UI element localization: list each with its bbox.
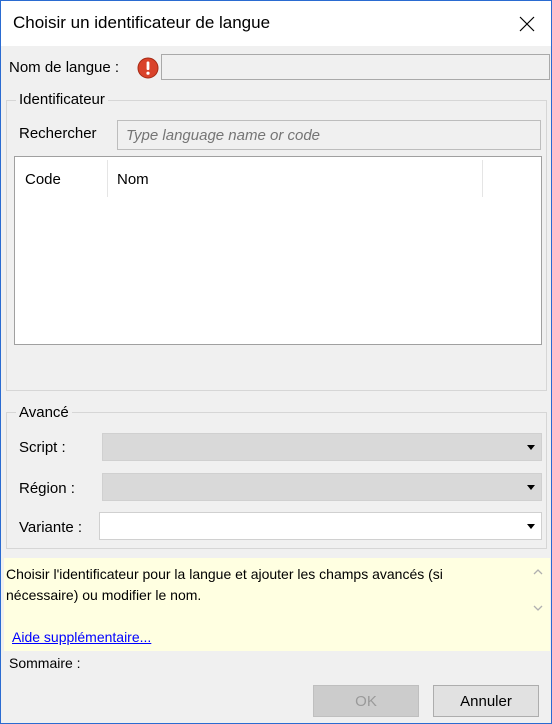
info-text: Choisir l'identificateur pour la langue …	[6, 566, 443, 603]
info-scrollbar[interactable]	[528, 560, 548, 620]
language-name-field[interactable]	[161, 54, 550, 80]
script-label: Script :	[19, 439, 66, 456]
language-name-label: Nom de langue :	[9, 59, 120, 76]
language-identifier-dialog: Choisir un identificateur de langue Nom …	[0, 0, 552, 724]
chevron-down-icon[interactable]	[527, 524, 535, 529]
column-header-name[interactable]: Nom	[117, 157, 149, 197]
advanced-legend: Avancé	[16, 404, 72, 421]
help-link[interactable]: Aide supplémentaire...	[12, 629, 151, 645]
identifier-legend: Identificateur	[16, 91, 108, 108]
title-bar: Choisir un identificateur de langue	[1, 1, 551, 46]
info-panel: Choisir l'identificateur pour la langue …	[4, 558, 550, 651]
search-input[interactable]	[117, 120, 541, 150]
column-separator[interactable]	[482, 160, 483, 197]
error-icon	[137, 57, 159, 79]
region-select[interactable]	[102, 473, 542, 501]
close-button[interactable]	[511, 9, 543, 39]
column-separator[interactable]	[107, 160, 108, 197]
scroll-down-icon[interactable]	[533, 604, 543, 612]
search-label: Rechercher	[19, 125, 97, 142]
dialog-title: Choisir un identificateur de langue	[13, 13, 271, 32]
variant-label: Variante :	[19, 519, 83, 536]
scroll-up-icon[interactable]	[533, 568, 543, 576]
summary-label: Sommaire :	[9, 655, 81, 671]
chevron-down-icon[interactable]	[527, 445, 535, 450]
variant-select[interactable]	[99, 512, 542, 540]
script-select[interactable]	[102, 433, 542, 461]
close-icon	[519, 16, 535, 32]
column-header-code[interactable]: Code	[25, 157, 61, 197]
region-label: Région :	[19, 480, 75, 497]
chevron-down-icon[interactable]	[527, 485, 535, 490]
ok-button[interactable]: OK	[313, 685, 419, 717]
language-list[interactable]: Code Nom	[14, 156, 542, 345]
cancel-button[interactable]: Annuler	[433, 685, 539, 717]
